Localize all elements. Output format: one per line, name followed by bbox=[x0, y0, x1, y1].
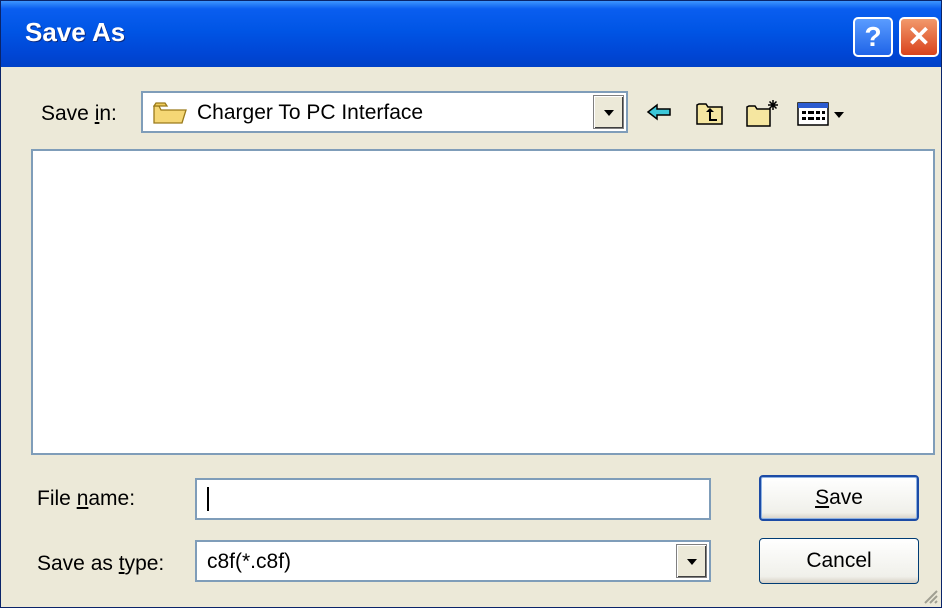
create-new-folder-icon[interactable] bbox=[745, 97, 781, 129]
save-button[interactable]: Save bbox=[759, 475, 919, 521]
save-as-type-dropdown[interactable]: c8f(*.c8f) bbox=[195, 540, 711, 582]
dialog-title: Save As bbox=[25, 17, 126, 47]
save-in-label: Save in: bbox=[41, 102, 117, 125]
file-name-label: File name: bbox=[37, 487, 136, 510]
resize-grip-icon[interactable] bbox=[919, 585, 939, 605]
save-in-dropdown-button[interactable] bbox=[593, 95, 624, 129]
save-as-type-value: c8f(*.c8f) bbox=[207, 550, 292, 573]
save-in-dropdown[interactable]: Charger To PC Interface bbox=[141, 91, 628, 133]
view-menu-icon[interactable] bbox=[796, 100, 850, 128]
cancel-button[interactable]: Cancel bbox=[759, 538, 919, 584]
save-as-dialog: Save As ? ✕ Save in: Charger To PC Inter… bbox=[0, 0, 942, 608]
close-button[interactable]: ✕ bbox=[899, 17, 939, 57]
chevron-down-icon bbox=[603, 110, 614, 116]
file-name-input[interactable] bbox=[195, 478, 711, 520]
close-icon: ✕ bbox=[907, 21, 931, 52]
chevron-down-icon bbox=[686, 559, 697, 565]
file-list-view[interactable] bbox=[31, 149, 935, 455]
save-as-type-dropdown-button[interactable] bbox=[676, 544, 707, 578]
text-caret bbox=[207, 487, 209, 511]
up-one-level-icon[interactable] bbox=[695, 97, 725, 127]
save-as-type-label: Save as type: bbox=[37, 552, 165, 575]
help-button[interactable]: ? bbox=[853, 17, 893, 57]
back-arrow-icon[interactable] bbox=[645, 97, 673, 127]
title-bar[interactable]: Save As ? ✕ bbox=[1, 1, 941, 67]
folder-icon bbox=[153, 102, 187, 124]
save-in-value: Charger To PC Interface bbox=[197, 101, 424, 124]
